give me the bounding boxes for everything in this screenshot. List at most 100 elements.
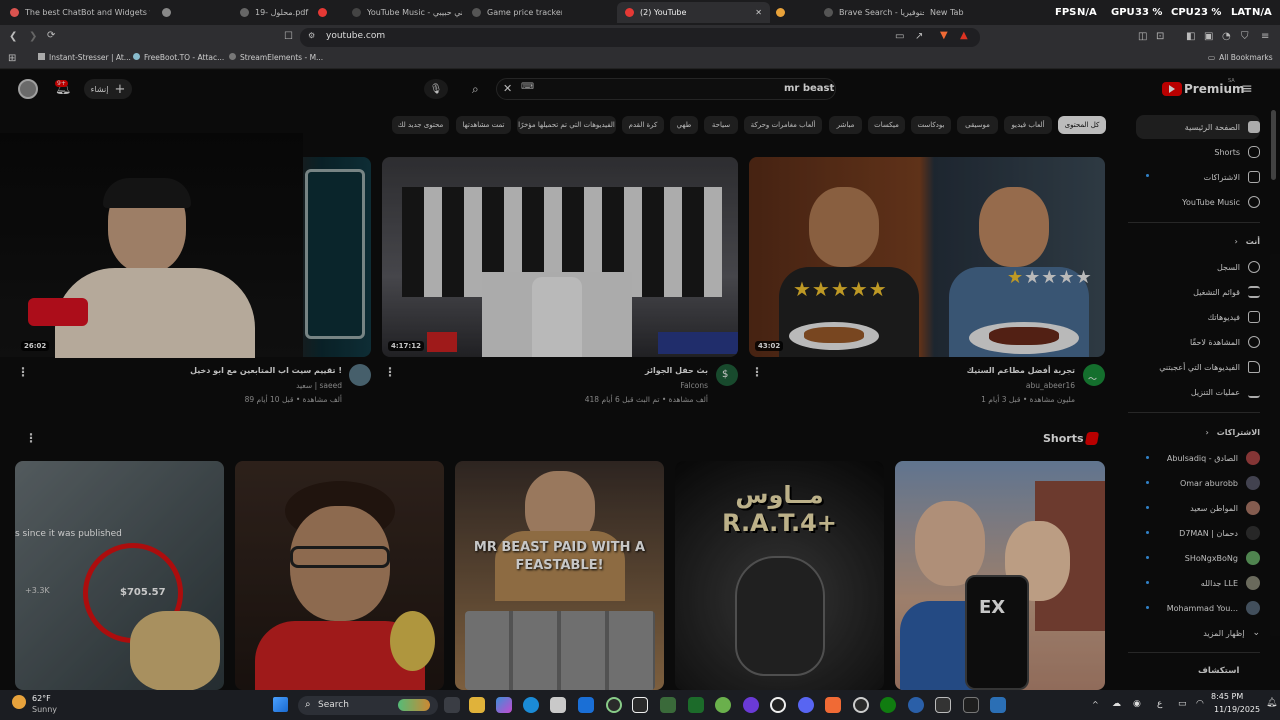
- app-icon[interactable]: [660, 697, 676, 713]
- chip-all[interactable]: كل المحتوى: [1058, 116, 1106, 134]
- avatar[interactable]: [349, 364, 371, 386]
- search-icon[interactable]: ⌕: [472, 83, 479, 95]
- app-icon[interactable]: [963, 697, 979, 713]
- address-bar[interactable]: [300, 28, 980, 47]
- sidebar-item-watch-later[interactable]: المشاهدة لاحقًا: [1130, 331, 1260, 353]
- chip-football[interactable]: كرة القدم: [622, 116, 664, 134]
- avatar[interactable]: $: [716, 364, 738, 386]
- steam-icon[interactable]: [853, 697, 869, 713]
- sidebar-toggle-icon[interactable]: ◧: [1186, 32, 1195, 42]
- chip-tourism[interactable]: سياحة: [704, 116, 738, 134]
- sidebar-subscriptions-header[interactable]: › الاشتراكات: [1130, 421, 1260, 443]
- chevron-up-icon[interactable]: ^: [1092, 700, 1099, 709]
- app-icon[interactable]: [606, 697, 622, 713]
- url-text[interactable]: youtube.com: [326, 31, 385, 41]
- back-icon[interactable]: ❮: [9, 32, 17, 42]
- file-explorer-icon[interactable]: [469, 697, 485, 713]
- app-icon[interactable]: [935, 697, 951, 713]
- tray-icon[interactable]: ☁: [1112, 699, 1121, 709]
- sidebar-sub-1[interactable]: Omar aburobb: [1130, 472, 1260, 494]
- sidebar-item-history[interactable]: السجل: [1130, 256, 1260, 278]
- sidebar-scrollbar[interactable]: [1271, 110, 1276, 180]
- tab-globe[interactable]: [162, 2, 176, 23]
- sidebar-item-playlists[interactable]: قوائم التشغيل: [1130, 281, 1260, 303]
- cast-icon[interactable]: ▭: [895, 32, 904, 42]
- tab-pdf[interactable]: 19- محلول.pdf: [240, 2, 310, 23]
- avatar[interactable]: [18, 79, 38, 99]
- site-info-icon[interactable]: ⚙: [308, 32, 315, 40]
- chip-mixes[interactable]: ميكسات: [868, 116, 905, 134]
- video-thumbnail[interactable]: ★★★★★ ★★★★★: [749, 157, 1105, 357]
- close-icon[interactable]: ✕: [755, 8, 762, 17]
- tab-youtube[interactable]: (2) YouTube ✕: [617, 2, 770, 23]
- premium-label[interactable]: Premium: [1184, 82, 1245, 96]
- task-view-icon[interactable]: [444, 697, 460, 713]
- more-options-icon[interactable]: ⋮: [17, 365, 29, 379]
- tray-icon[interactable]: ◉: [1133, 699, 1141, 709]
- discord-icon[interactable]: [798, 697, 814, 713]
- outlook-icon[interactable]: [578, 697, 594, 713]
- sidebar-sub-4[interactable]: SHoNgxBoNg: [1130, 547, 1260, 569]
- video-title[interactable]: تجربة أفضل مطاعم الستيك: [967, 366, 1075, 375]
- language-icon[interactable]: ع: [1157, 699, 1162, 709]
- more-options-icon[interactable]: ⋮: [384, 365, 396, 379]
- hamburger-menu-icon[interactable]: ≡: [1241, 82, 1253, 96]
- chip-cooking[interactable]: طهي: [670, 116, 698, 134]
- tab-chatbot[interactable]: The best ChatBot and Widgets for K: [10, 2, 150, 23]
- sidebar-sub-5[interactable]: جدالله LLE: [1130, 572, 1260, 594]
- app-icon[interactable]: [990, 697, 1006, 713]
- edge-icon[interactable]: [523, 697, 539, 713]
- search-input[interactable]: mr beast: [784, 83, 834, 94]
- vpn-icon[interactable]: ◔: [1222, 32, 1231, 42]
- more-options-icon[interactable]: ⋮: [751, 365, 763, 379]
- voice-search-button[interactable]: 🎙︎: [424, 79, 448, 99]
- channel-name[interactable]: Falcons: [680, 381, 708, 390]
- chip-recently-uploaded[interactable]: الفيديوهات التي تم تحميلها مؤخرًا: [517, 116, 616, 134]
- chip-watched[interactable]: تمت مشاهدتها: [456, 116, 511, 134]
- extension-icon[interactable]: ◫: [1138, 32, 1147, 42]
- obs-icon[interactable]: [743, 697, 759, 713]
- chip-live[interactable]: مباشر: [829, 116, 862, 134]
- apps-grid-icon[interactable]: ⊞: [8, 54, 16, 64]
- start-icon[interactable]: [273, 697, 288, 712]
- sidebar-item-your-videos[interactable]: فيديوهاتك: [1130, 306, 1260, 328]
- keyboard-icon[interactable]: ⌨: [521, 83, 534, 92]
- sidebar-sub-0[interactable]: Abulsadiq - الصادق: [1130, 447, 1260, 469]
- youtube-logo-icon[interactable]: [1162, 82, 1182, 96]
- chip-podcast[interactable]: بودكاست: [911, 116, 951, 134]
- video-title[interactable]: تقييم سيت اب المتابعين مع ابو دخيل !: [190, 366, 342, 375]
- sidebar-item-liked[interactable]: الفيديوهات التي أعجبتني: [1130, 356, 1260, 378]
- video-thumbnail[interactable]: [382, 157, 738, 357]
- store-icon[interactable]: [550, 697, 566, 713]
- short-thumbnail[interactable]: مــاوس R.A.T.4+: [675, 461, 884, 690]
- short-thumbnail[interactable]: s since it was published +3.3K $705.57: [15, 461, 224, 690]
- rewards-icon[interactable]: ▲: [960, 31, 968, 41]
- sidebar-sub-3[interactable]: D7MAN | دحمان: [1130, 522, 1260, 544]
- video-title[interactable]: بث حفل الجوائز: [645, 366, 708, 375]
- sidebar-item-downloads[interactable]: عمليات التنزيل: [1130, 381, 1260, 403]
- all-bookmarks[interactable]: ▭ All Bookmarks: [1208, 53, 1273, 62]
- share-icon[interactable]: ↗: [915, 32, 923, 42]
- shield-icon[interactable]: ⛉: [1241, 32, 1249, 42]
- notifications-icon[interactable]: 🔔︎: [1266, 698, 1277, 708]
- clock-time[interactable]: 8:45 PM: [1211, 692, 1243, 701]
- weather-temp[interactable]: 62°F: [32, 694, 51, 703]
- forward-icon[interactable]: ❯: [29, 32, 37, 42]
- channel-name[interactable]: abu_abeer16: [1026, 381, 1075, 390]
- tab-orange[interactable]: [776, 2, 790, 23]
- chip-music[interactable]: موسيقى: [957, 116, 998, 134]
- app-icon[interactable]: [770, 697, 786, 713]
- wifi-icon[interactable]: ◠: [1196, 699, 1204, 709]
- tab-new[interactable]: New Tab: [930, 2, 970, 23]
- more-options-icon[interactable]: ⋮: [25, 431, 37, 445]
- sidebar-sub-6[interactable]: Mohammad You...: [1130, 597, 1260, 619]
- tab-youtube-music[interactable]: YouTube Music - ميني حبيبي: [352, 2, 462, 23]
- channel-name[interactable]: سعيد | saeed: [296, 381, 342, 390]
- chip-adventure-games[interactable]: ألعاب مغامرات وحركة: [744, 116, 822, 134]
- sidebar-item-youtube-music[interactable]: YouTube Music: [1130, 191, 1260, 213]
- bookmark-instant-stresser[interactable]: Instant-Stresser | At...: [38, 53, 131, 62]
- sidebar-show-more[interactable]: إظهار المزيد ⌄: [1130, 622, 1260, 644]
- media-icon[interactable]: [688, 697, 704, 713]
- chip-gaming[interactable]: ألعاب فيديو: [1004, 116, 1052, 134]
- app-icon[interactable]: [632, 697, 648, 713]
